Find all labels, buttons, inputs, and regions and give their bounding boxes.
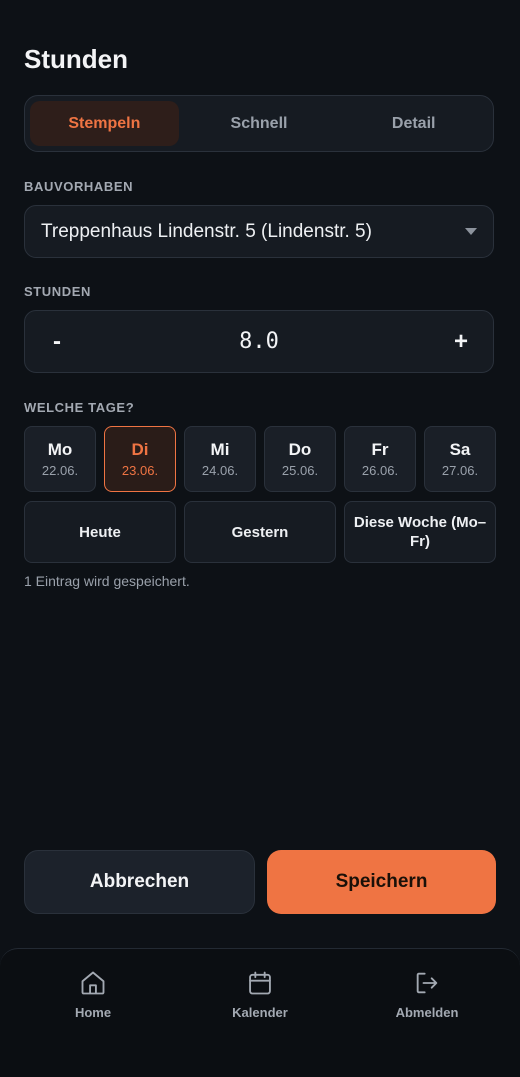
nav-label: Abmelden — [395, 1005, 459, 1020]
day-button-do[interactable]: Do 25.06. — [264, 426, 336, 492]
logout-icon — [416, 972, 438, 994]
this-week-button[interactable]: Diese Woche (Mo–Fr) — [344, 501, 496, 563]
project-label: BAUVORHABEN — [24, 179, 134, 194]
day-date: 22.06. — [41, 463, 79, 478]
save-button[interactable]: Speichern — [267, 850, 496, 914]
day-date: 25.06. — [281, 463, 319, 478]
day-button-mo[interactable]: Mo 22.06. — [24, 426, 96, 492]
day-name: Sa — [449, 440, 471, 459]
chevron-down-icon — [465, 228, 477, 235]
home-icon — [81, 971, 105, 995]
page-title: Stunden — [24, 44, 128, 74]
day-name: Do — [288, 440, 312, 459]
hours-label: STUNDEN — [24, 284, 92, 299]
decrement-button[interactable]: - — [25, 328, 89, 356]
day-date: 26.06. — [361, 463, 399, 478]
day-name: Mi — [210, 440, 230, 459]
mode-segmented-control: Stempeln Schnell Detail — [24, 95, 494, 152]
hours-value: 8.0 — [239, 329, 279, 354]
tab-stempeln[interactable]: Stempeln — [30, 101, 179, 146]
today-button[interactable]: Heute — [24, 501, 176, 563]
yesterday-button[interactable]: Gestern — [184, 501, 336, 563]
calendar-icon — [249, 971, 271, 995]
cancel-button[interactable]: Abbrechen — [24, 850, 255, 914]
hours-stepper: - 8.0 + — [24, 310, 494, 373]
day-name: Fr — [371, 440, 389, 459]
project-select-value: Treppenhaus Lindenstr. 5 (Lindenstr. 5) — [41, 220, 372, 242]
tab-detail[interactable]: Detail — [339, 101, 488, 146]
day-name: Mo — [47, 440, 73, 459]
bottom-nav: Home Kalender Abmelden — [0, 948, 520, 1077]
nav-label: Kalender — [232, 1005, 288, 1020]
day-name: Di — [131, 440, 149, 459]
day-button-sa[interactable]: Sa 27.06. — [424, 426, 496, 492]
day-date: 24.06. — [201, 463, 239, 478]
tab-schnell[interactable]: Schnell — [185, 101, 334, 146]
day-picker: Mo 22.06. Di 23.06. Mi 24.06. Do 25.06. … — [24, 426, 496, 492]
nav-kalender[interactable]: Kalender — [205, 969, 315, 1020]
day-button-mi[interactable]: Mi 24.06. — [184, 426, 256, 492]
nav-abmelden[interactable]: Abmelden — [372, 969, 482, 1020]
project-select[interactable]: Treppenhaus Lindenstr. 5 (Lindenstr. 5) — [24, 205, 494, 258]
days-label: WELCHE TAGE? — [24, 400, 135, 415]
day-date: 23.06. — [121, 463, 159, 478]
increment-button[interactable]: + — [429, 328, 493, 356]
nav-home[interactable]: Home — [38, 969, 148, 1020]
day-button-di[interactable]: Di 23.06. — [104, 426, 176, 492]
day-button-fr[interactable]: Fr 26.06. — [344, 426, 416, 492]
quick-select: Heute Gestern Diese Woche (Mo–Fr) — [24, 501, 496, 563]
day-date: 27.06. — [441, 463, 479, 478]
nav-label: Home — [74, 1005, 112, 1020]
entry-summary: 1 Eintrag wird gespeichert. — [24, 573, 190, 589]
